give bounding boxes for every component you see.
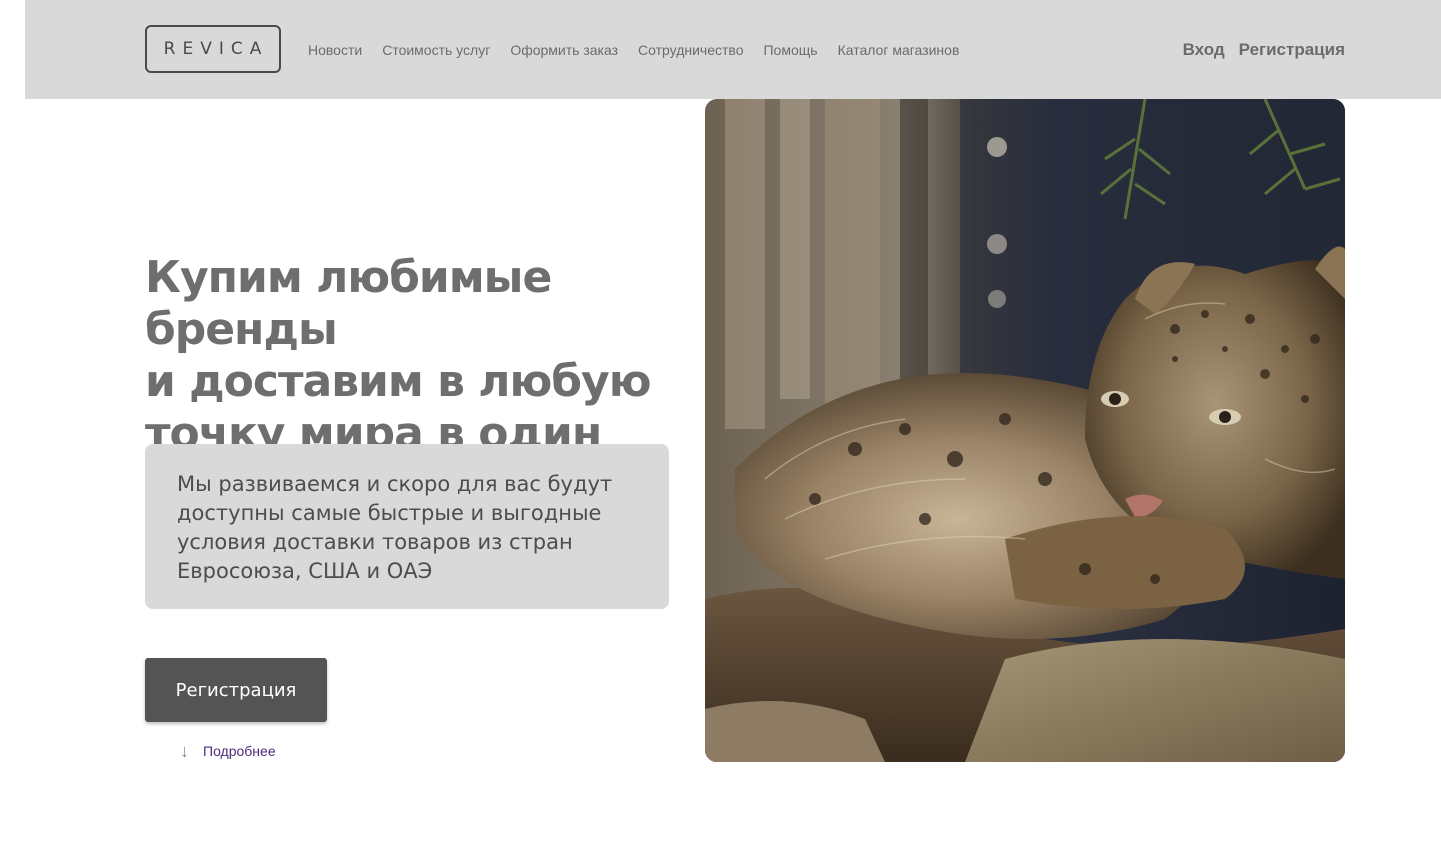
hero-title-line: Купим любимые бренды — [145, 252, 552, 355]
nav-item-order[interactable]: Оформить заказ — [510, 42, 618, 58]
nav-item-partnership[interactable]: Сотрудничество — [638, 42, 743, 58]
more-link-label: Подробнее — [203, 743, 276, 759]
main-nav: Новости Стоимость услуг Оформить заказ С… — [308, 0, 979, 99]
info-box: Мы развиваемся и скоро для вас будут дос… — [145, 444, 669, 609]
arrow-down-icon: ↓ — [180, 741, 189, 761]
register-link[interactable]: Регистрация — [1239, 40, 1345, 60]
hero-title-line: и доставим в любую — [145, 356, 651, 407]
login-link[interactable]: Вход — [1183, 40, 1225, 60]
auth-links: Вход Регистрация — [1169, 0, 1345, 99]
register-button[interactable]: Регистрация — [145, 658, 327, 722]
hero-image — [705, 99, 1345, 762]
nav-item-news[interactable]: Новости — [308, 42, 362, 58]
nav-item-store-catalog[interactable]: Каталог магазинов — [838, 42, 960, 58]
site-header: REVICA Новости Стоимость услуг Оформить … — [25, 0, 1441, 99]
logo[interactable]: REVICA — [145, 25, 281, 73]
page: REVICA Новости Стоимость услуг Оформить … — [0, 0, 1441, 856]
more-link[interactable]: ↓ Подробнее — [180, 741, 276, 761]
nav-item-pricing[interactable]: Стоимость услуг — [382, 42, 490, 58]
snow-leopard-illustration — [705, 99, 1345, 762]
nav-item-help[interactable]: Помощь — [763, 42, 817, 58]
